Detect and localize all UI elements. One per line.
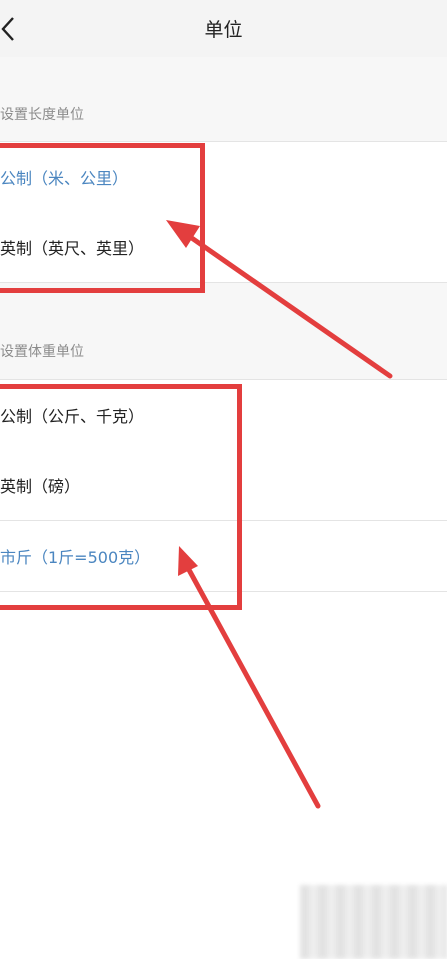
back-chevron-icon[interactable] bbox=[0, 14, 22, 44]
weight-section-header bbox=[0, 283, 447, 379]
length-highlight-box bbox=[0, 143, 205, 293]
watermark-blur bbox=[300, 885, 447, 959]
length-section-header bbox=[0, 57, 447, 141]
page-title: 单位 bbox=[204, 19, 243, 41]
weight-highlight-box bbox=[0, 384, 242, 610]
length-section-label: 设置长度单位 bbox=[0, 107, 84, 123]
weight-section-label: 设置体重单位 bbox=[0, 344, 84, 360]
nav-bar: 单位 bbox=[0, 0, 447, 57]
